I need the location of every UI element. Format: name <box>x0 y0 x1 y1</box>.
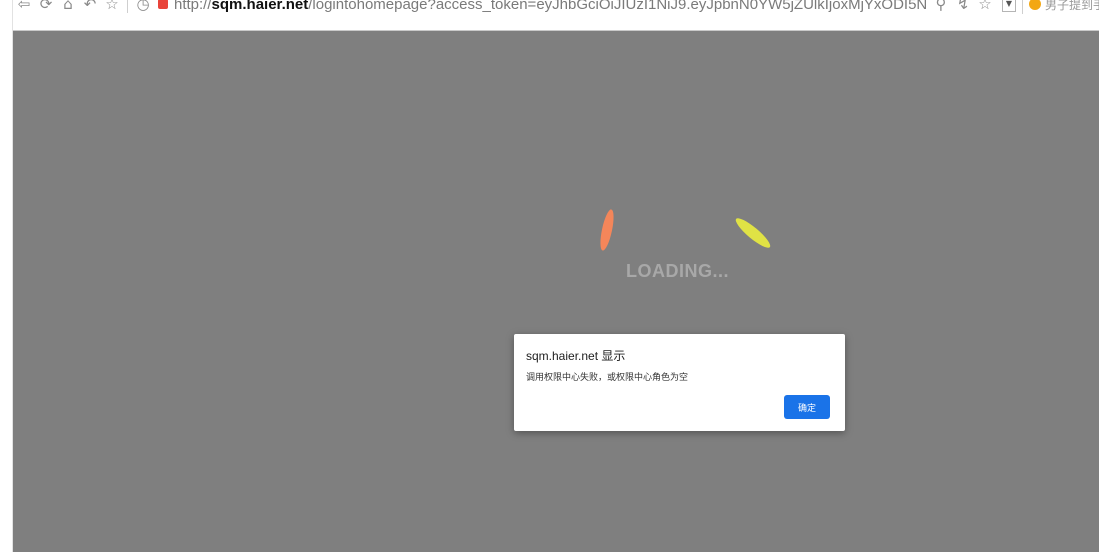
address-bar-actions: ⚲ ↯ ☆ ▼ 男子提到手 <box>930 0 1099 19</box>
toolbar-divider <box>127 0 128 13</box>
loading-text: LOADING... <box>626 261 729 281</box>
star-icon[interactable]: ☆ <box>101 0 123 19</box>
lightning-icon[interactable]: ↯ <box>952 0 974 19</box>
dialog-title: sqm.haier.net 显示 <box>526 349 626 363</box>
toolbar-row: ⇦ ⟳ ⌂ ↶ ☆ ◷ http://sqm.haier.net/loginto… <box>13 0 1099 19</box>
url-path: /logintohomepage?access_token=eyJhbGciOi… <box>308 0 926 13</box>
spinner-petal-orange <box>600 209 614 251</box>
undo-icon[interactable]: ↶ <box>79 0 101 19</box>
dropdown-icon[interactable]: ▼ <box>1002 0 1016 12</box>
spinner-petal-yellow <box>735 218 771 248</box>
dialog-message: 调用权限中心失败，或权限中心角色为空 <box>526 373 689 383</box>
page-overlay: LOADING... sqm.haier.net 显示 调用权限中心失败，或权限… <box>13 31 1099 552</box>
url-host: sqm.haier.net <box>211 0 309 13</box>
loading-spinner <box>600 209 771 251</box>
alert-dialog: sqm.haier.net 显示 调用权限中心失败，或权限中心角色为空 确定 <box>514 334 845 431</box>
bookmark-star-icon[interactable]: ☆ <box>974 0 996 19</box>
forward-icon[interactable]: ⟳ <box>35 0 57 19</box>
ok-button[interactable]: 确定 <box>784 395 830 419</box>
home-icon[interactable]: ⌂ <box>57 0 79 19</box>
browser-toolbar: ⇦ ⟳ ⌂ ↶ ☆ ◷ http://sqm.haier.net/loginto… <box>13 0 1099 31</box>
left-gutter <box>0 0 13 552</box>
search-box[interactable]: 男子提到手 <box>1022 0 1099 14</box>
history-icon[interactable]: ◷ <box>132 0 154 19</box>
address-bar[interactable]: http://sqm.haier.net/logintohomepage?acc… <box>174 0 926 13</box>
url-prefix: http:// <box>174 0 212 13</box>
browser-window: ⇦ ⟳ ⌂ ↶ ☆ ◷ http://sqm.haier.net/loginto… <box>0 0 1099 552</box>
search-engine-logo <box>1029 0 1041 10</box>
search-icon[interactable]: ⚲ <box>930 0 952 19</box>
search-box-text: 男子提到手 <box>1045 0 1099 12</box>
back-icon[interactable]: ⇦ <box>13 0 35 19</box>
favicon <box>158 0 168 9</box>
